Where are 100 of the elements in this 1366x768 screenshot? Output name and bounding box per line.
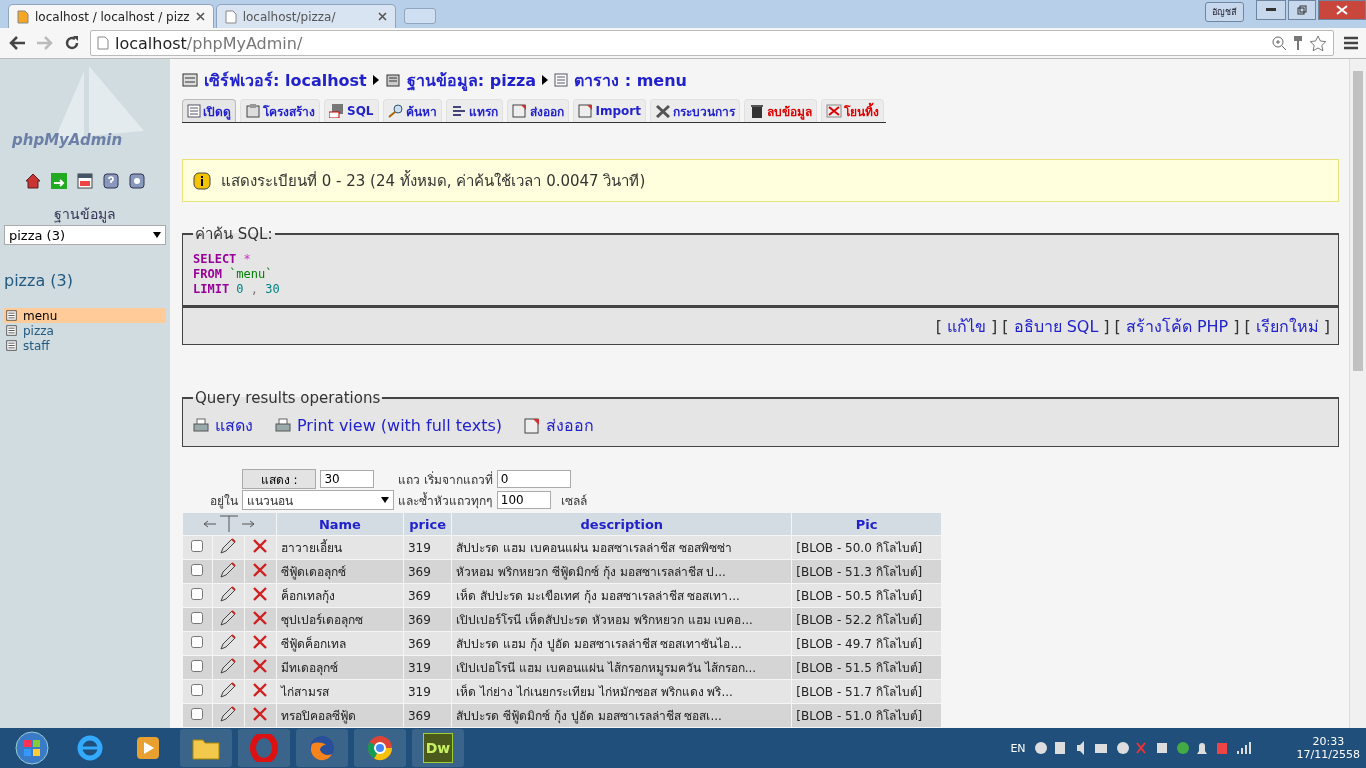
row-checkbox[interactable]	[191, 564, 204, 576]
pencil-icon[interactable]	[219, 586, 238, 602]
page-tab[interactable]: ส่งออก	[506, 99, 569, 122]
page-tab[interactable]: ลบข้อมูล	[743, 99, 817, 122]
home-icon[interactable]	[25, 173, 41, 189]
page-tab[interactable]: เปิดดู	[182, 99, 236, 122]
reload-icon[interactable]	[64, 35, 80, 51]
query-window-icon[interactable]	[129, 173, 145, 189]
column-header[interactable]: Pic	[792, 513, 941, 535]
column-arrows-icon	[202, 513, 257, 532]
column-header[interactable]: description	[452, 513, 792, 535]
delete-icon[interactable]	[253, 611, 268, 625]
clock[interactable]: 20:33 17/11/2558	[1296, 735, 1360, 761]
app-logo: Dw	[423, 733, 453, 763]
pencil-icon[interactable]	[219, 538, 238, 554]
pencil-icon[interactable]	[219, 682, 238, 698]
page-tab[interactable]: โยนทิ้ง	[820, 99, 884, 122]
page-tab[interactable]: โครงสร้าง	[240, 99, 320, 122]
pencil-icon[interactable]	[219, 634, 238, 650]
database-link[interactable]: pizza (3)	[4, 271, 166, 290]
page-tab[interactable]: กระบวนการ	[649, 99, 740, 122]
chrome-icon	[366, 734, 394, 762]
browser-tab[interactable]: localhost/pizza/	[215, 4, 396, 28]
minimize-icon	[1266, 8, 1276, 12]
row-checkbox[interactable]	[191, 636, 204, 648]
sql-action-link[interactable]: สร้างโค้ด PHP	[1125, 313, 1229, 339]
delete-icon[interactable]	[253, 635, 268, 649]
exit-icon[interactable]	[51, 173, 67, 189]
url-text: localhost/phpMyAdmin/	[115, 33, 303, 53]
delete-icon[interactable]	[253, 659, 268, 673]
browser-tab[interactable]: localhost / localhost / pizz	[8, 4, 214, 28]
mode-select[interactable]: แนวนอน	[242, 490, 394, 510]
close-icon[interactable]	[377, 12, 387, 21]
delete-icon[interactable]	[253, 707, 268, 721]
delete-icon[interactable]	[253, 683, 268, 697]
pencil-icon[interactable]	[219, 706, 238, 722]
row-checkbox[interactable]	[191, 540, 204, 552]
key-icon[interactable]	[1293, 35, 1303, 51]
start-row-field[interactable]: 0	[496, 470, 571, 488]
restore-button[interactable]	[1288, 0, 1316, 20]
e-browser-icon	[76, 734, 104, 762]
table-cell: ฮาวายเอี้ยน	[276, 536, 403, 559]
operation-link[interactable]: แสดง	[193, 413, 253, 438]
info-icon	[193, 171, 211, 190]
breadcrumb-link[interactable]: ตาราง : menu	[574, 67, 687, 93]
column-toggle-header[interactable]	[183, 513, 276, 535]
star-icon[interactable]	[1309, 34, 1327, 52]
panel-legend: Query results operations	[193, 389, 383, 407]
table-link[interactable]: staff	[4, 338, 166, 353]
delete-icon[interactable]	[253, 587, 268, 601]
sql-icon[interactable]	[77, 173, 93, 189]
address-bar[interactable]: localhost/phpMyAdmin/	[90, 30, 1334, 56]
pencil-icon[interactable]	[219, 562, 238, 578]
row-checkbox[interactable]	[191, 612, 204, 624]
page-tab[interactable]: แทรก	[445, 99, 503, 122]
table-cell: มีทเดอลุกซ์	[276, 656, 403, 679]
operation-link[interactable]: ส่งออก	[524, 413, 594, 438]
table-link[interactable]: pizza	[4, 323, 166, 338]
opera-icon	[250, 734, 278, 762]
close-icon[interactable]	[195, 12, 205, 21]
database-select[interactable]: pizza (3)	[4, 225, 166, 245]
page-tab[interactable]: SQL	[324, 99, 379, 122]
sql-action-link[interactable]: เรียกใหม่	[1255, 313, 1319, 339]
delete-icon[interactable]	[253, 563, 268, 577]
page-tab[interactable]: ค้นหา	[382, 99, 442, 122]
row-checkbox[interactable]	[191, 588, 204, 600]
close-button[interactable]	[1318, 0, 1366, 20]
sql-action-link[interactable]: แก้ไข	[947, 313, 987, 339]
column-header[interactable]: price	[403, 513, 452, 535]
table-cell: [BLOB - 50.0 กิโลไบต์]	[792, 536, 941, 559]
table-link[interactable]: menu	[4, 308, 166, 323]
dropdown-caret-icon	[153, 232, 161, 238]
user-button[interactable]: อัญชลี	[1205, 2, 1244, 22]
table-cell: 369	[403, 704, 452, 727]
column-header[interactable]: Name	[276, 513, 403, 535]
table-cell: เปิปเปอร์โรนี เห็ดสัปปะรด หัวหอม พริกหยวก แฮม เบคอ...	[452, 608, 792, 631]
rows-field[interactable]: 30	[320, 470, 375, 488]
page-tab[interactable]: Import	[572, 99, 646, 122]
show-button[interactable]: แสดง :	[242, 469, 317, 489]
help-icon[interactable]	[103, 173, 119, 189]
menu-icon[interactable]	[1344, 36, 1358, 50]
minimize-button[interactable]	[1256, 0, 1286, 20]
delete-icon[interactable]	[253, 539, 268, 553]
language-indicator[interactable]: EN	[1010, 741, 1026, 755]
row-checkbox[interactable]	[191, 684, 204, 696]
taskbar-app[interactable]	[180, 729, 232, 767]
breadcrumb-link[interactable]: เซิร์ฟเวอร์: localhost	[204, 67, 367, 93]
operation-link[interactable]: Print view (with full texts)	[275, 416, 502, 435]
taskbar-app[interactable]	[354, 729, 406, 767]
taskbar-app[interactable]: Dw	[412, 729, 464, 767]
sql-action-link[interactable]: อธิบาย SQL	[1013, 313, 1099, 339]
repeat-header-field[interactable]: 100	[496, 491, 551, 509]
scrollbar[interactable]	[1349, 59, 1366, 728]
back-icon[interactable]	[8, 35, 26, 51]
zoom-icon[interactable]	[1272, 35, 1287, 51]
row-checkbox[interactable]	[191, 660, 204, 672]
breadcrumb-link[interactable]: ฐานข้อมูล: pizza	[406, 67, 537, 93]
pencil-icon[interactable]	[219, 610, 238, 626]
row-checkbox[interactable]	[191, 708, 204, 720]
pencil-icon[interactable]	[219, 658, 238, 674]
